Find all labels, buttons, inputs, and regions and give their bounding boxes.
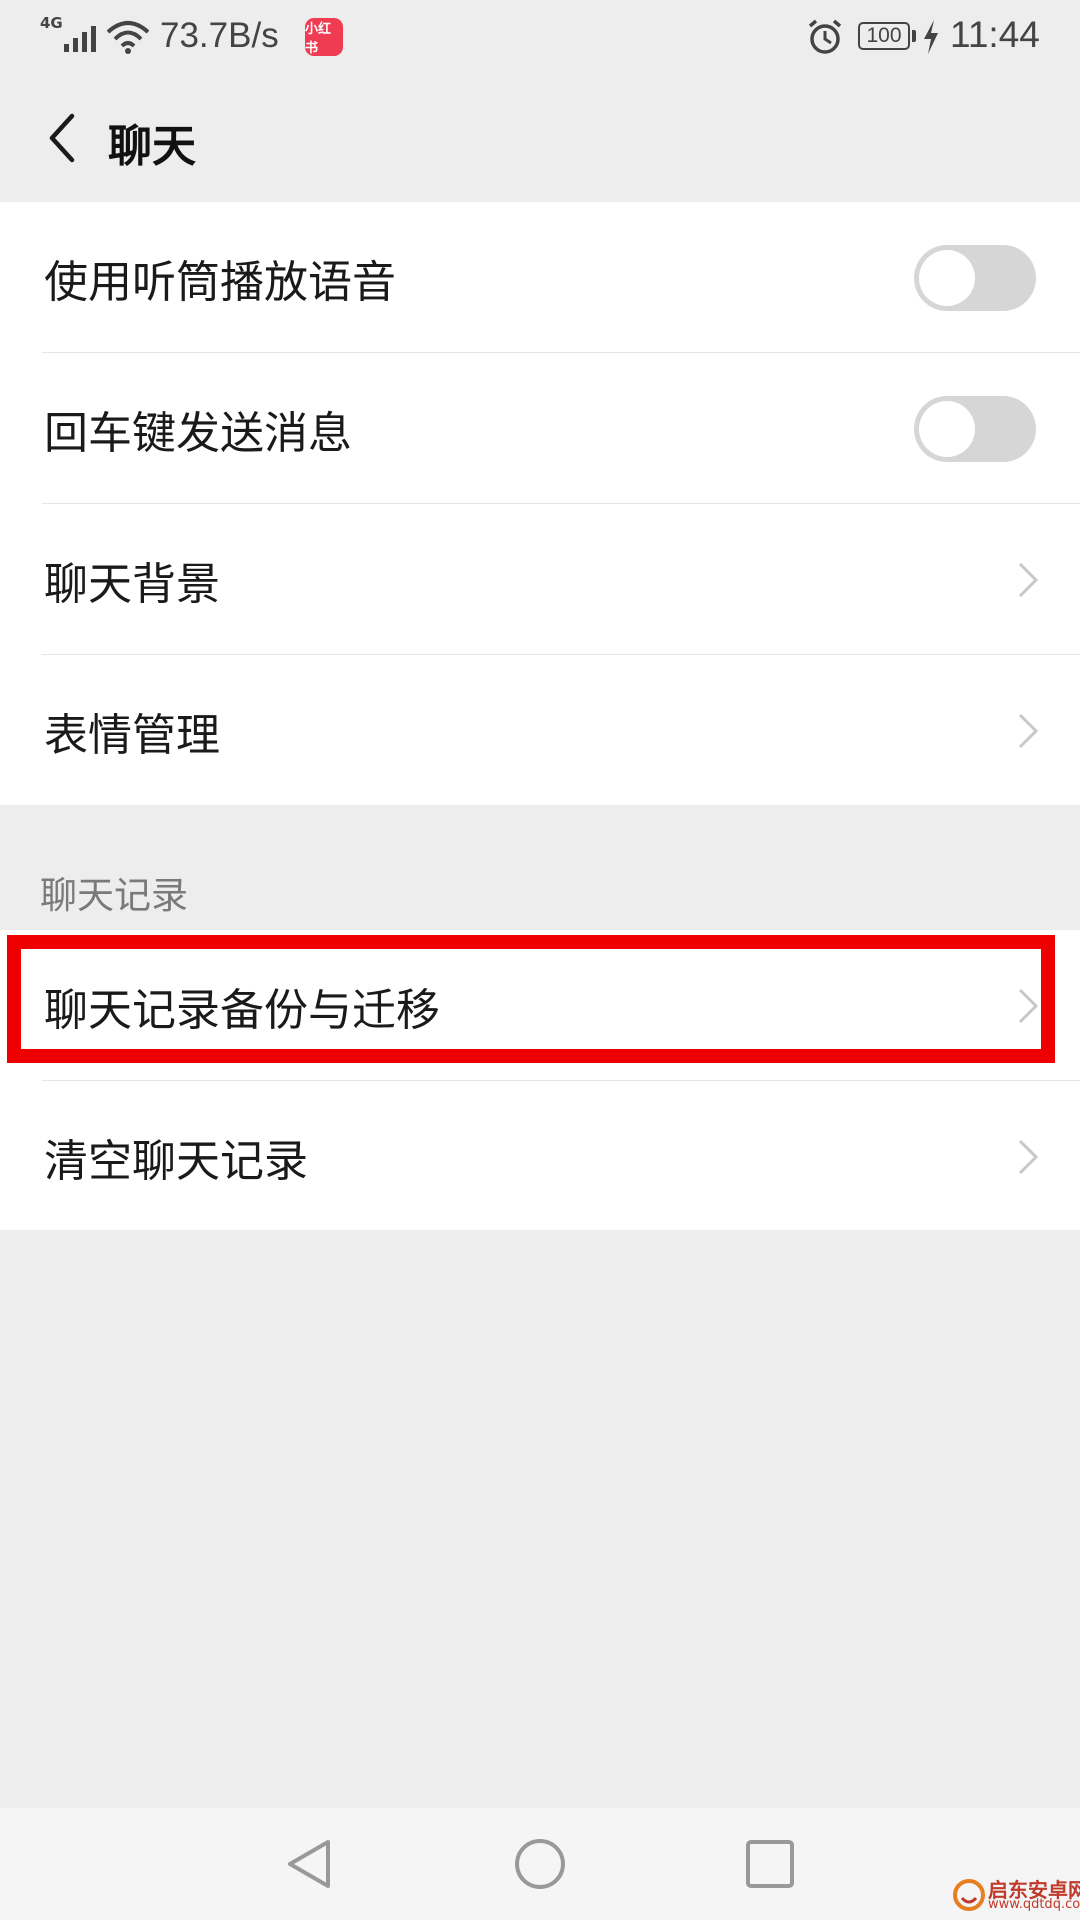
chevron-right-icon <box>1018 713 1039 748</box>
charging-bolt-icon <box>924 20 938 54</box>
watermark-url: www.qdtdq.com <box>988 1897 1080 1912</box>
status-bar: 4G 73.7B/s 小红书 100 11:44 <box>0 0 1080 74</box>
battery-tip <box>912 30 916 42</box>
back-triangle-icon[interactable] <box>280 1834 340 1894</box>
toggle-knob <box>919 400 975 457</box>
clock: 11:44 <box>950 14 1040 55</box>
chat-history-group: 聊天记录备份与迁移 清空聊天记录 <box>0 930 1080 1230</box>
header: 聊天 <box>0 74 1080 203</box>
chevron-right-icon <box>1018 562 1039 597</box>
setting-label: 表情管理 <box>44 709 220 761</box>
watermark: 启东安卓网 www.qdtdq.com <box>952 1872 1080 1918</box>
battery-icon: 100 <box>858 22 910 50</box>
section-header-chat-history: 聊天记录 <box>40 874 188 917</box>
chevron-right-icon <box>1018 988 1039 1023</box>
settings-row-clear-history[interactable]: 清空聊天记录 <box>0 1081 1080 1232</box>
earpiece-toggle[interactable] <box>914 244 1036 311</box>
setting-label: 聊天背景 <box>44 558 220 610</box>
settings-row-sticker-management[interactable]: 表情管理 <box>0 655 1080 806</box>
system-nav-bar <box>0 1808 1080 1920</box>
alarm-icon <box>808 19 842 54</box>
enter-send-toggle[interactable] <box>914 395 1036 462</box>
settings-row-enter-send[interactable]: 回车键发送消息 <box>0 353 1080 504</box>
settings-row-earpiece[interactable]: 使用听筒播放语音 <box>0 202 1080 353</box>
settings-row-backup-migrate[interactable]: 聊天记录备份与迁移 <box>0 930 1080 1081</box>
watermark-logo-icon <box>953 1879 985 1911</box>
setting-label: 回车键发送消息 <box>44 407 352 459</box>
setting-label: 清空聊天记录 <box>44 1135 308 1187</box>
recent-square-icon[interactable] <box>740 1834 800 1894</box>
toggle-knob <box>919 249 975 306</box>
settings-group: 使用听筒播放语音 回车键发送消息 聊天背景 表情管理 <box>0 202 1080 805</box>
chevron-right-icon <box>1018 1139 1039 1174</box>
setting-label: 聊天记录备份与迁移 <box>44 984 440 1036</box>
network-type: 4G <box>40 14 63 32</box>
setting-label: 使用听筒播放语音 <box>44 256 396 308</box>
chevron-left-icon <box>49 113 75 163</box>
back-button[interactable] <box>30 104 94 172</box>
page-title: 聊天 <box>108 121 196 172</box>
settings-row-chat-background[interactable]: 聊天背景 <box>0 504 1080 655</box>
xiaohongshu-app-icon: 小红书 <box>305 18 343 56</box>
wifi-icon <box>106 21 150 54</box>
net-speed: 73.7B/s <box>160 16 279 55</box>
signal-icon <box>64 26 96 52</box>
home-circle-icon[interactable] <box>510 1834 570 1894</box>
